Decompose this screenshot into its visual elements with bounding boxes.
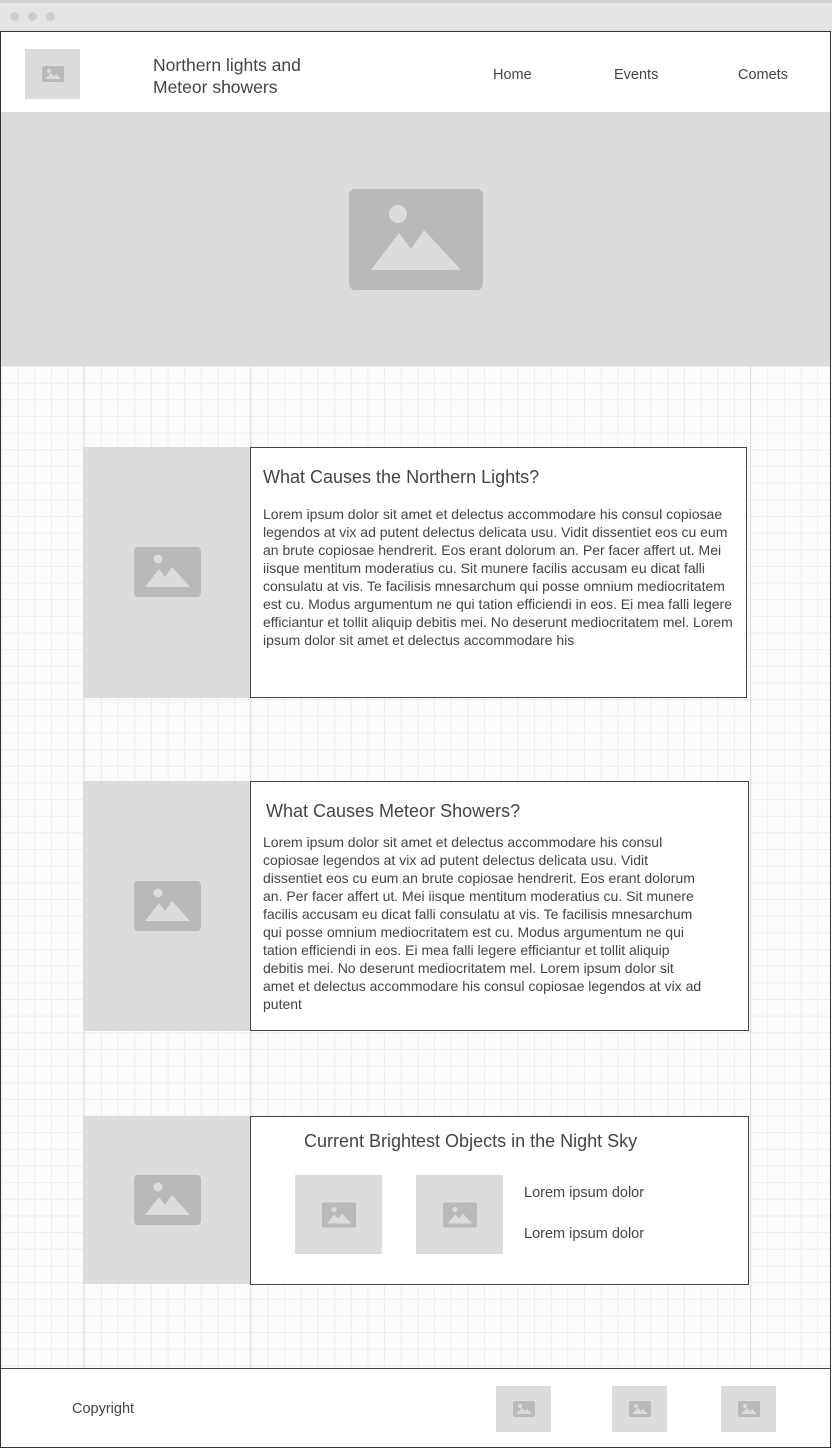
logo-image-placeholder[interactable] — [25, 49, 80, 99]
meteor-showers-card: What Causes Meteor Showers? Lorem ipsum … — [250, 781, 749, 1031]
footer: Copyright — [1, 1368, 830, 1447]
image-placeholder-icon — [134, 881, 201, 931]
object-label: Lorem ipsum dolor — [524, 1226, 645, 1242]
image-placeholder-icon — [512, 1401, 535, 1417]
northern-lights-card: What Causes the Northern Lights? Lorem i… — [250, 447, 747, 698]
grid-column-line — [750, 366, 751, 1368]
footer-image-placeholder[interactable] — [496, 1386, 551, 1432]
window-dot-icon — [10, 12, 19, 21]
page-frame: Northern lights and Meteor showers Home … — [0, 31, 831, 1448]
section-image-placeholder — [83, 1116, 251, 1284]
nav-home-link[interactable]: Home — [493, 67, 532, 83]
image-placeholder-icon — [628, 1401, 651, 1417]
hero-image-placeholder — [1, 112, 830, 366]
window-dot-icon — [28, 12, 37, 21]
image-placeholder-icon — [737, 1401, 760, 1417]
section-image-placeholder — [83, 447, 251, 698]
copyright-text: Copyright — [72, 1401, 135, 1417]
image-placeholder-icon — [41, 66, 64, 82]
object-image-placeholder[interactable] — [416, 1175, 503, 1254]
nav-events-link[interactable]: Events — [614, 67, 658, 83]
object-image-placeholder[interactable] — [295, 1175, 382, 1254]
window-dot-icon — [46, 12, 55, 21]
image-placeholder-icon — [134, 1175, 201, 1225]
section-body: Lorem ipsum dolor sit amet et delectus a… — [263, 834, 702, 1012]
site-title: Northern lights and Meteor showers — [153, 55, 301, 97]
nav-comets-link[interactable]: Comets — [738, 67, 788, 83]
object-label: Lorem ipsum dolor — [524, 1185, 645, 1201]
brightest-objects-card: Current Brightest Objects in the Night S… — [250, 1116, 749, 1285]
section-heading: Current Brightest Objects in the Night S… — [304, 1131, 638, 1151]
image-placeholder-icon — [134, 547, 201, 597]
footer-image-placeholder[interactable] — [612, 1386, 667, 1432]
section-body: Lorem ipsum dolor sit amet et delectus a… — [263, 506, 733, 648]
image-placeholder-icon — [321, 1202, 356, 1227]
footer-image-placeholder[interactable] — [721, 1386, 776, 1432]
section-image-placeholder — [83, 781, 251, 1031]
image-placeholder-icon — [349, 189, 483, 290]
section-heading: What Causes the Northern Lights? — [263, 467, 540, 487]
image-placeholder-icon — [442, 1202, 477, 1227]
window-titlebar — [0, 0, 832, 32]
section-heading: What Causes Meteor Showers? — [266, 801, 521, 821]
